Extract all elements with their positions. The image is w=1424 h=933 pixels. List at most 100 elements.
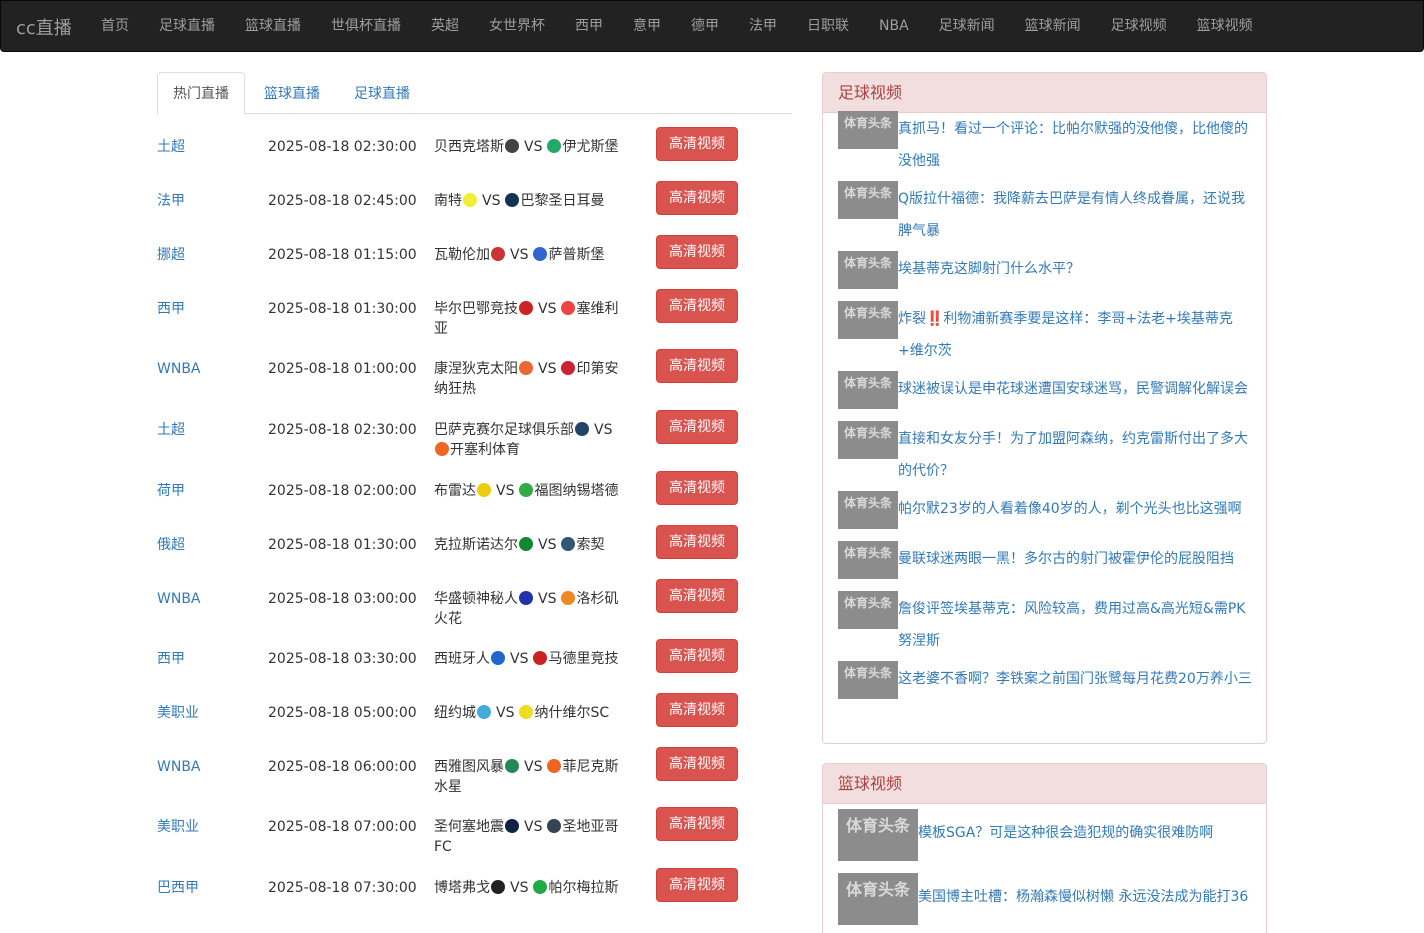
site-logo[interactable]: cc直播 <box>16 14 72 40</box>
tab-hot-live[interactable]: 热门直播 <box>157 72 245 115</box>
league-link[interactable]: 土超 <box>157 420 185 440</box>
hd-video-button[interactable]: 高清视频 <box>656 289 738 323</box>
news-thumbnail: 体育头条 <box>838 421 898 459</box>
home-team-crest-icon <box>491 651 505 665</box>
match-time: 2025-08-18 02:00:00 <box>268 483 417 499</box>
home-team-crest-icon <box>463 193 477 207</box>
hd-video-button[interactable]: 高清视频 <box>656 127 738 161</box>
news-title: Q版拉什福德：我降薪去巴萨是有情人终成眷属，还说我脾气暴 <box>898 191 1246 239</box>
news-item[interactable]: 体育头条 球迷被误认是申花球迷遭国安球迷骂，民警调解化解误会 <box>838 371 1253 409</box>
hd-video-button[interactable]: 高清视频 <box>656 525 738 559</box>
league-link[interactable]: 法甲 <box>157 191 185 211</box>
match-time: 2025-08-18 07:00:00 <box>268 819 417 835</box>
nav-item[interactable]: 日职联 <box>792 1 864 51</box>
home-team-crest-icon <box>519 301 533 315</box>
vs-label: VS <box>524 139 543 155</box>
match-teams: 南特 VS 巴黎圣日耳曼 <box>434 191 626 211</box>
league-link[interactable]: WNBA <box>157 757 201 777</box>
league-link[interactable]: 西甲 <box>157 299 185 319</box>
league-link[interactable]: WNBA <box>157 589 201 609</box>
league-link[interactable]: WNBA <box>157 359 201 379</box>
hd-video-button[interactable]: 高清视频 <box>656 235 738 269</box>
match-time: 2025-08-18 03:30:00 <box>268 651 417 667</box>
nav-item[interactable]: 篮球直播 <box>230 1 316 51</box>
league-link[interactable]: 美职业 <box>157 703 199 723</box>
nav-item[interactable]: 西甲 <box>560 1 618 51</box>
news-item[interactable]: 体育头条 帕尔默23岁的人看着像40岁的人，剃个光头也比这强啊 <box>838 491 1253 529</box>
hd-video-button[interactable]: 高清视频 <box>656 579 738 613</box>
league-link[interactable]: 美职业 <box>157 817 199 837</box>
vs-label: VS <box>524 819 543 835</box>
nav-item[interactable]: 德甲 <box>676 1 734 51</box>
nav-item[interactable]: 足球视频 <box>1096 1 1182 51</box>
tab-basketball-live[interactable]: 篮球直播 <box>248 72 336 114</box>
home-team: 华盛顿神秘人 <box>434 591 518 607</box>
news-item[interactable]: 体育头条 炸裂‼️利物浦新赛季要是这样：李哥+法老+埃基蒂克+维尔茨 <box>838 301 1253 367</box>
hd-video-button[interactable]: 高清视频 <box>656 868 738 902</box>
news-item[interactable]: 体育头条 这老婆不香啊？李铁案之前国门张鹭每月花费20万养小三 <box>838 661 1253 699</box>
news-thumbnail: 体育头条 <box>838 371 898 409</box>
football-video-panel: 足球视频 体育头条 真抓马！看过一个评论：比帕尔默强的没他傻，比他傻的没他强 体育头… <box>822 72 1267 744</box>
nav-item[interactable]: 足球直播 <box>144 1 230 51</box>
league-link[interactable]: 俄超 <box>157 535 185 555</box>
match-teams: 博塔弗戈 VS 帕尔梅拉斯 <box>434 878 626 898</box>
hd-video-button[interactable]: 高清视频 <box>656 693 738 727</box>
hd-video-button[interactable]: 高清视频 <box>656 471 738 505</box>
news-item[interactable]: 体育头条 模板SGA？可是这种很会造犯规的确实很难防啊 <box>838 809 1253 861</box>
home-team: 贝西克塔斯 <box>434 139 504 155</box>
main-nav: 首页 足球直播 篮球直播 世俱杯直播 英超 女世界杯 西甲 意甲 德甲 法甲 日职联 NBA 足球新闻篮… <box>86 1 1268 51</box>
news-item[interactable]: 体育头条 詹俊评签埃基蒂克：风险较高，费用过高&高光短&需PK努涅斯 <box>838 591 1253 657</box>
away-team: 伊尤斯堡 <box>562 139 619 155</box>
match-teams: 巴萨克赛尔足球俱乐部 VS 开塞利体育 <box>434 420 626 460</box>
hd-video-button[interactable]: 高清视频 <box>656 639 738 673</box>
hd-video-button[interactable]: 高清视频 <box>656 747 738 781</box>
hd-video-button[interactable]: 高清视频 <box>656 807 738 841</box>
away-team: 福图纳锡塔德 <box>534 483 619 499</box>
home-team: 瓦勒伦加 <box>434 247 490 263</box>
match-time: 2025-08-18 05:00:00 <box>268 705 417 721</box>
match-time: 2025-08-18 01:30:00 <box>268 537 417 553</box>
match-teams: 瓦勒伦加 VS 萨普斯堡 <box>434 245 626 265</box>
league-link[interactable]: 巴西甲 <box>157 878 199 898</box>
match-teams: 纽约城 VS 纳什维尔SC <box>434 703 626 723</box>
nav-item[interactable]: 英超 <box>416 1 474 51</box>
vs-label: VS <box>496 483 515 499</box>
vs-label: VS <box>510 880 529 896</box>
nav-item[interactable]: 篮球视频 <box>1182 1 1268 51</box>
home-team: 纽约城 <box>434 705 476 721</box>
news-item[interactable]: 体育头条 曼联球迷两眼一黑！多尔古的射门被霍伊伦的屁股阻挡 <box>838 541 1253 579</box>
news-thumbnail: 体育头条 <box>838 181 898 219</box>
hd-video-button[interactable]: 高清视频 <box>656 349 738 383</box>
vs-label: VS <box>594 422 613 438</box>
news-title: 真抓马！看过一个评论：比帕尔默强的没他傻，比他傻的没他强 <box>898 121 1248 169</box>
news-thumbnail: 体育头条 <box>838 111 898 149</box>
news-item[interactable]: 体育头条 Q版拉什福德：我降薪去巴萨是有情人终成眷属，还说我脾气暴 <box>838 181 1253 247</box>
away-team-crest-icon <box>561 591 576 605</box>
news-item[interactable]: 体育头条 真抓马！看过一个评论：比帕尔默强的没他傻，比他傻的没他强 <box>838 111 1253 177</box>
away-team-crest-icon <box>519 483 534 497</box>
away-team: 索契 <box>576 537 605 553</box>
news-item[interactable]: 体育头条 美国博主吐槽：杨瀚森慢似树懒 永远没法成为能打36 <box>838 873 1253 925</box>
live-tabs: 热门直播 篮球直播 足球直播 <box>157 72 792 115</box>
news-item[interactable]: 体育头条 直接和女友分手！为了加盟阿森纳，约克雷斯付出了多大的代价？ <box>838 421 1253 487</box>
nav-item[interactable]: 意甲 <box>618 1 676 51</box>
nav-item[interactable]: 篮球新闻 <box>1010 1 1096 51</box>
league-link[interactable]: 挪超 <box>157 245 185 265</box>
nav-item[interactable]: 女世界杯 <box>474 1 560 51</box>
league-link[interactable]: 西甲 <box>157 649 185 669</box>
nav-item[interactable]: 足球新闻 <box>924 1 1010 51</box>
hd-video-button[interactable]: 高清视频 <box>656 410 738 444</box>
hd-video-button[interactable]: 高清视频 <box>656 181 738 215</box>
tab-football-live[interactable]: 足球直播 <box>338 72 426 114</box>
nav-item[interactable]: 世俱杯直播 <box>316 1 416 51</box>
home-team-crest-icon <box>519 537 533 551</box>
news-item[interactable]: 体育头条 埃基蒂克这脚射门什么水平？ <box>838 251 1253 289</box>
news-thumbnail: 体育头条 <box>838 541 898 579</box>
league-link[interactable]: 荷甲 <box>157 481 185 501</box>
match-teams: 布雷达 VS 福图纳锡塔德 <box>434 481 626 501</box>
nav-item[interactable]: 首页 <box>86 1 144 51</box>
nav-item[interactable]: 法甲 <box>734 1 792 51</box>
nav-item[interactable]: NBA <box>864 1 924 51</box>
home-team-crest-icon <box>477 705 491 719</box>
league-link[interactable]: 土超 <box>157 137 185 157</box>
